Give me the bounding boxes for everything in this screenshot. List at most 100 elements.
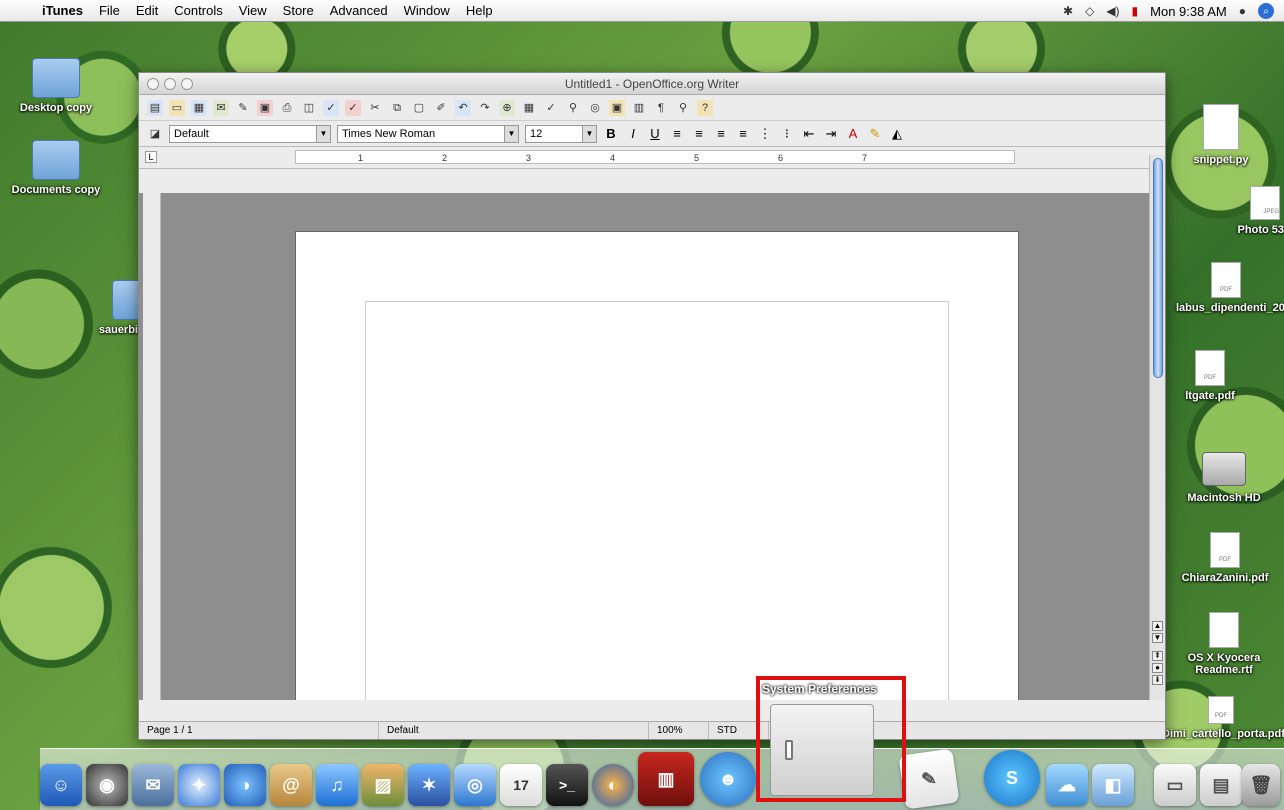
terminal-icon[interactable]: >_: [546, 764, 588, 806]
save-icon[interactable]: ▦: [191, 99, 207, 116]
zoom-button[interactable]: [181, 78, 193, 90]
menu-app-name[interactable]: iTunes: [34, 3, 91, 18]
navigation-icon[interactable]: ●: [1152, 663, 1163, 673]
status-zoom[interactable]: 100%: [649, 722, 709, 739]
text-boundaries[interactable]: [365, 301, 949, 700]
finder-icon[interactable]: ☺: [40, 764, 82, 806]
dashboard-icon[interactable]: ◉: [86, 764, 128, 806]
clone-format-icon[interactable]: ✐: [433, 100, 449, 116]
next-page-icon[interactable]: ⇟: [1152, 675, 1163, 685]
wifi-icon[interactable]: ◇: [1085, 4, 1094, 18]
desktop-icon-desktop-copy[interactable]: Desktop copy: [8, 58, 104, 114]
openoffice-icon[interactable]: ☁: [1046, 764, 1088, 806]
vertical-scrollbar[interactable]: ▲ ▼ ⇞ ● ⇟: [1149, 155, 1165, 700]
desktop-icon-documents-copy[interactable]: Documents copy: [8, 140, 104, 196]
italic-icon[interactable]: I: [625, 126, 641, 141]
menu-advanced[interactable]: Advanced: [322, 3, 396, 18]
data-sources-icon[interactable]: ▥: [631, 100, 647, 116]
ichat-icon[interactable]: ◑: [224, 764, 266, 806]
bluetooth-icon[interactable]: ✱: [1063, 4, 1073, 18]
font-color-icon[interactable]: A: [845, 126, 861, 141]
input-flag-icon[interactable]: ▮: [1132, 4, 1139, 18]
horizontal-ruler[interactable]: L 1 2 3 4 5 6 7: [139, 147, 1165, 169]
find-replace-icon[interactable]: ⚲: [565, 100, 581, 116]
status-page[interactable]: Page 1 / 1: [139, 722, 379, 739]
scroll-thumb[interactable]: [1153, 158, 1163, 378]
align-right-icon[interactable]: ≡: [713, 126, 729, 141]
background-color-icon[interactable]: ◭: [889, 126, 905, 142]
zoom-icon[interactable]: ⚲: [675, 100, 691, 116]
decrease-indent-icon[interactable]: ⇤: [801, 126, 817, 142]
paragraph-style-select[interactable]: Default ▼: [169, 124, 331, 143]
page-preview-icon[interactable]: ◫: [301, 100, 317, 116]
minimized-window-icon[interactable]: ▭: [1154, 764, 1196, 806]
navigator-icon[interactable]: ◎: [587, 100, 603, 116]
close-button[interactable]: [147, 78, 159, 90]
align-center-icon[interactable]: ≡: [691, 126, 707, 141]
desktop-icon-dimi-pdf[interactable]: PDF Dimi_cartello_porta.pdf: [1162, 696, 1284, 740]
address-book-icon[interactable]: @: [270, 764, 312, 806]
idvd-icon[interactable]: ◎: [454, 764, 496, 806]
autospellcheck-icon[interactable]: ✓: [345, 99, 361, 116]
hyperlink-icon[interactable]: ⊕: [499, 99, 515, 116]
desktop-icon-photo[interactable]: JPEG Photo 53: [1220, 186, 1284, 236]
firefox-icon[interactable]: ◐: [592, 764, 634, 806]
spellcheck-icon[interactable]: ✓: [323, 99, 339, 116]
messenger-icon[interactable]: ☻: [700, 752, 756, 806]
minimize-button[interactable]: [164, 78, 176, 90]
desktop-icon-macintosh-hd[interactable]: Macintosh HD: [1172, 452, 1276, 504]
documents-stack-icon[interactable]: ▤: [1200, 764, 1242, 806]
bullets-icon[interactable]: ⁝: [779, 126, 795, 142]
mail-icon[interactable]: ✉: [132, 764, 174, 806]
edit-file-icon[interactable]: ✎: [235, 100, 251, 116]
email-icon[interactable]: ✉: [213, 99, 229, 116]
menu-view[interactable]: View: [231, 3, 275, 18]
desktop-icon-ltgate-pdf[interactable]: PDF ltgate.pdf: [1160, 350, 1260, 402]
cut-icon[interactable]: ✂: [367, 100, 383, 116]
align-left-icon[interactable]: ≡: [669, 126, 685, 141]
export-pdf-icon[interactable]: ▣: [257, 99, 273, 116]
skype-icon[interactable]: S: [984, 750, 1040, 806]
new-document-icon[interactable]: ▤: [147, 99, 163, 116]
previous-page-icon[interactable]: ⇞: [1152, 651, 1163, 661]
draw-functions-icon[interactable]: ✓: [543, 100, 559, 116]
copy-icon[interactable]: ⧉: [389, 100, 405, 116]
desktop-icon-snippet[interactable]: snippet.py: [1166, 104, 1276, 166]
increase-indent-icon[interactable]: ⇥: [823, 126, 839, 142]
trash-icon[interactable]: 🗑: [1242, 764, 1280, 806]
document-page[interactable]: [295, 231, 1019, 700]
status-style[interactable]: Default: [379, 722, 649, 739]
spotlight-icon[interactable]: ⌕: [1258, 3, 1274, 19]
preview-icon[interactable]: ◧: [1092, 764, 1134, 806]
menubar-clock[interactable]: Mon 9:38 AM: [1150, 4, 1227, 19]
undo-icon[interactable]: ↶: [455, 99, 471, 116]
paste-icon[interactable]: ▢: [411, 100, 427, 116]
itunes-icon[interactable]: ♫: [316, 764, 358, 806]
photo-booth-icon[interactable]: ▥: [638, 752, 694, 806]
window-titlebar[interactable]: Untitled1 - OpenOffice.org Writer: [139, 73, 1165, 95]
menu-edit[interactable]: Edit: [128, 3, 166, 18]
desktop-icon-chiarazanini-pdf[interactable]: PDF ChiaraZanini.pdf: [1170, 532, 1280, 584]
menu-help[interactable]: Help: [458, 3, 501, 18]
tab-type-icon[interactable]: L: [145, 151, 157, 163]
styles-formatting-icon[interactable]: ◪: [147, 126, 163, 142]
help-icon[interactable]: ?: [697, 99, 713, 116]
scroll-down-icon[interactable]: ▼: [1152, 633, 1163, 643]
desktop-icon-sauerbi[interactable]: sauerbi: [78, 280, 138, 336]
desktop-icon-kyocera-readme[interactable]: OS X Kyocera Readme.rtf: [1172, 612, 1276, 676]
menu-file[interactable]: File: [91, 3, 128, 18]
imovie-icon[interactable]: ✶: [408, 764, 450, 806]
vertical-ruler[interactable]: [143, 193, 161, 700]
underline-icon[interactable]: U: [647, 126, 663, 141]
numbering-icon[interactable]: ⋮: [757, 126, 773, 142]
ical-icon[interactable]: 17: [500, 764, 542, 806]
table-icon[interactable]: ▦: [521, 100, 537, 116]
scroll-up-icon[interactable]: ▲: [1152, 621, 1163, 631]
print-icon[interactable]: ⎙: [279, 100, 295, 116]
volume-icon[interactable]: ◀): [1106, 4, 1119, 18]
open-icon[interactable]: ▭: [169, 99, 185, 116]
desktop-icon-labus-pdf[interactable]: PDF labus_dipendenti_2006.pdf: [1176, 262, 1284, 314]
iphoto-icon[interactable]: ▨: [362, 764, 404, 806]
font-size-select[interactable]: 12 ▼: [525, 124, 597, 143]
highlight-icon[interactable]: ✎: [867, 126, 883, 142]
